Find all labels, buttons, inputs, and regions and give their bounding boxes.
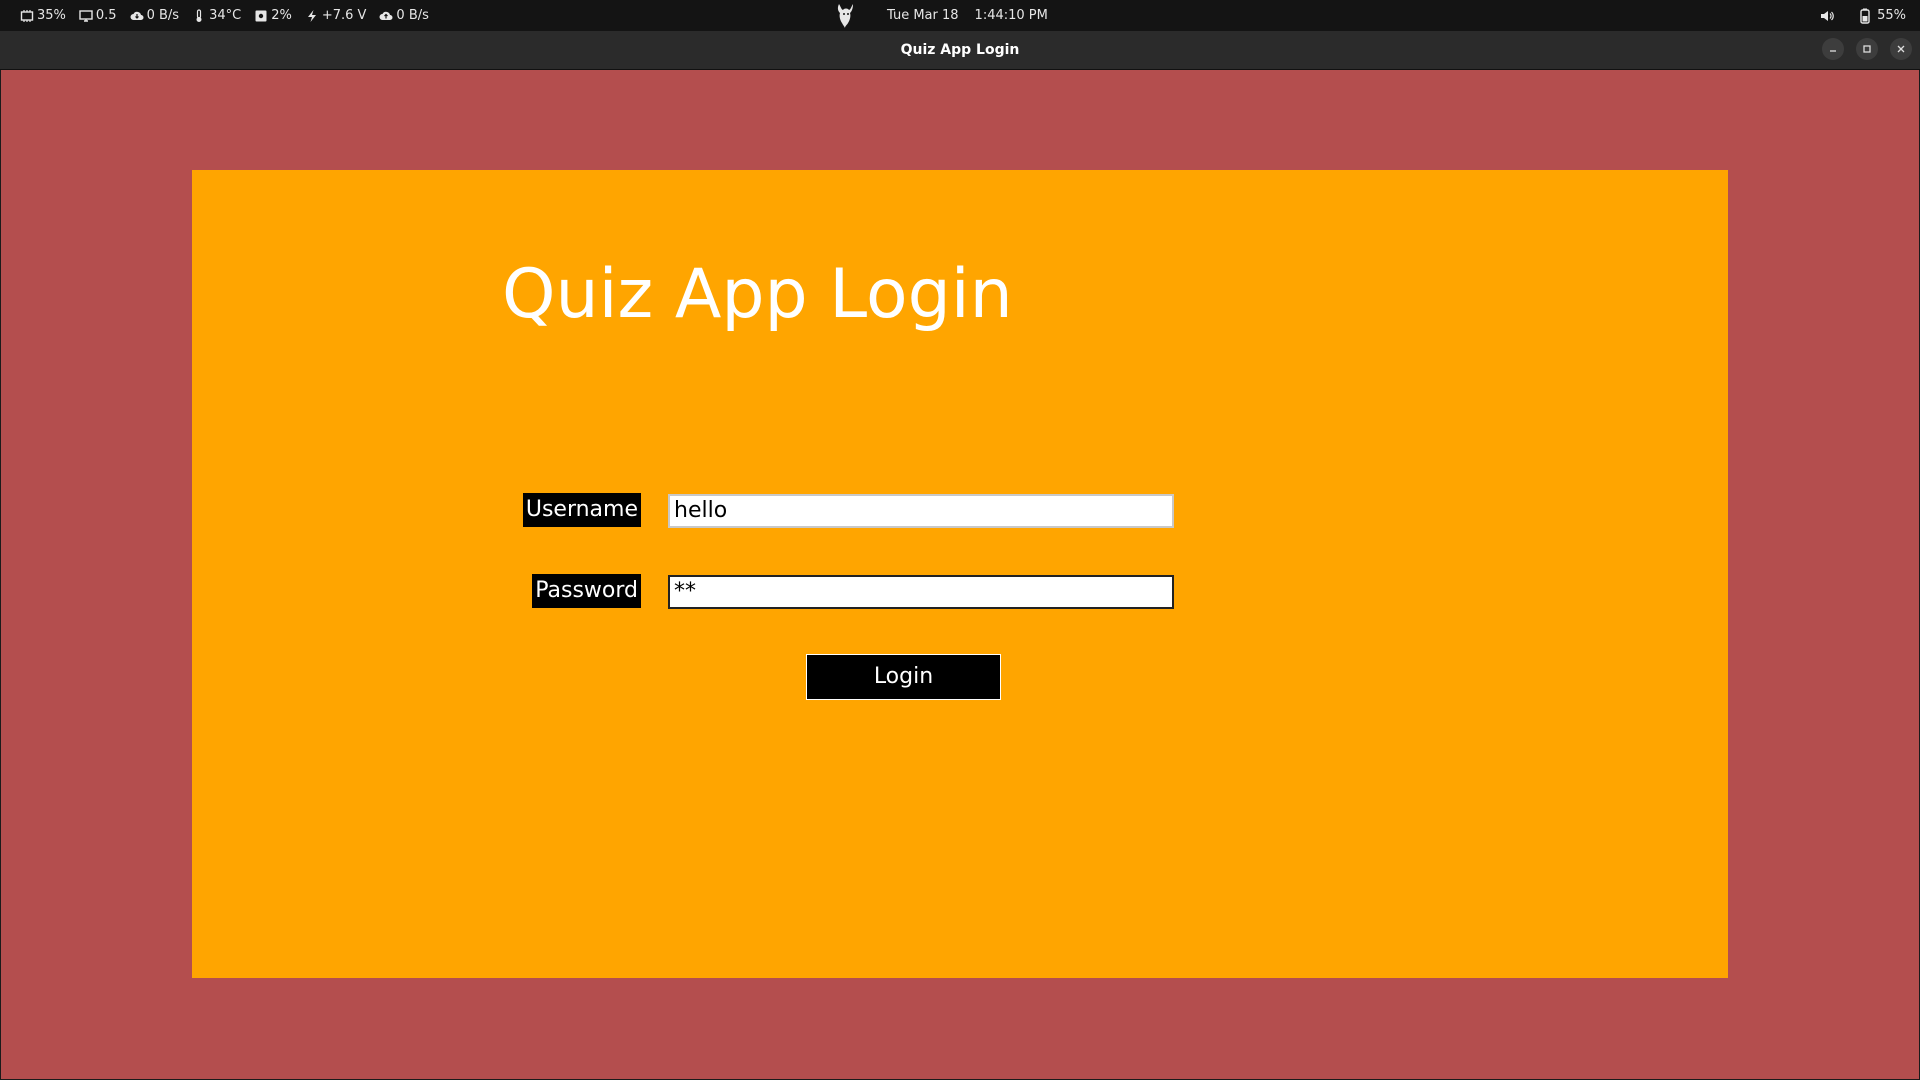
system-top-bar: 35% 0.5 0 B/s 34°C 2% +7.6 V 0 B/s Tue M… xyxy=(0,0,1920,31)
system-stats: 35% 0.5 0 B/s 34°C 2% +7.6 V 0 B/s xyxy=(20,0,442,31)
username-input[interactable]: hello xyxy=(668,494,1174,528)
minimize-icon xyxy=(1830,50,1836,52)
upload-stat[interactable]: 0 B/s xyxy=(379,8,429,23)
maximize-icon xyxy=(1863,45,1871,53)
gnome-logo-icon[interactable] xyxy=(835,2,857,30)
disk-stat[interactable]: 2% xyxy=(254,8,292,23)
clock-date: Tue Mar 18 xyxy=(887,8,959,23)
password-input[interactable]: ** xyxy=(668,575,1174,609)
login-panel: Quiz App Login Username hello Password *… xyxy=(192,170,1728,978)
thermometer-icon xyxy=(192,8,206,23)
clock-time: 1:44:10 PM xyxy=(974,8,1048,23)
download-value: 0 B/s xyxy=(146,8,180,23)
voltage-value: +7.6 V xyxy=(321,8,367,23)
volume-icon[interactable] xyxy=(1819,8,1835,24)
disk-value: 2% xyxy=(271,8,292,23)
maximize-button[interactable] xyxy=(1856,38,1878,60)
system-tray[interactable]: 55% xyxy=(1801,0,1906,31)
minimize-button[interactable] xyxy=(1822,38,1844,60)
disk-icon xyxy=(254,9,268,23)
login-button[interactable]: Login xyxy=(806,654,1001,700)
window-controls xyxy=(1810,38,1912,60)
window-title: Quiz App Login xyxy=(900,42,1020,58)
download-stat[interactable]: 0 B/s xyxy=(130,8,179,23)
window-content: Quiz App Login Username hello Password *… xyxy=(1,70,1919,1079)
load-stat[interactable]: 0.5 xyxy=(79,8,117,23)
voltage-icon xyxy=(305,9,319,23)
clock-area[interactable]: Tue Mar 18 1:44:10 PM xyxy=(835,0,1048,31)
monitor-icon xyxy=(79,9,93,23)
upload-value: 0 B/s xyxy=(396,8,429,23)
temperature-value: 34°C xyxy=(209,8,242,23)
battery-icon[interactable] xyxy=(1857,8,1873,24)
cloud-download-icon xyxy=(130,9,144,23)
battery-value: 55% xyxy=(1877,8,1906,23)
cpu-value: 35% xyxy=(37,8,66,23)
close-icon xyxy=(1897,45,1905,53)
cloud-upload-icon xyxy=(379,9,393,23)
voltage-stat[interactable]: +7.6 V xyxy=(305,8,367,23)
window-titlebar[interactable]: Quiz App Login xyxy=(0,31,1920,70)
username-label: Username xyxy=(522,493,641,527)
cpu-icon xyxy=(20,9,34,23)
login-heading: Quiz App Login xyxy=(502,255,1013,334)
close-button[interactable] xyxy=(1890,38,1912,60)
load-value: 0.5 xyxy=(95,8,117,23)
password-label: Password xyxy=(532,574,641,608)
temperature-stat[interactable]: 34°C xyxy=(192,8,241,23)
cpu-stat[interactable]: 35% xyxy=(20,8,66,23)
